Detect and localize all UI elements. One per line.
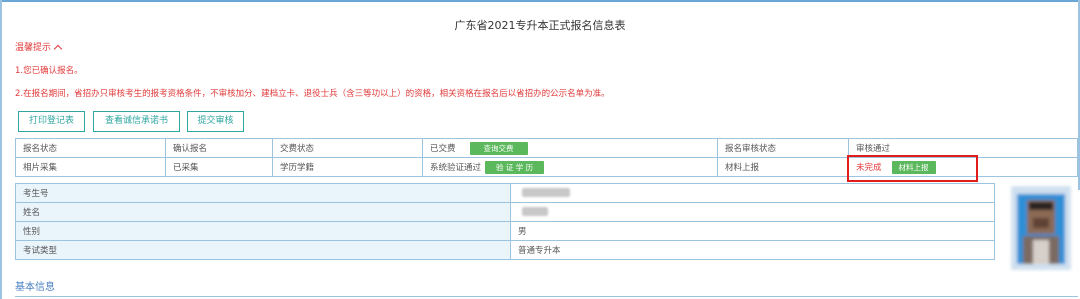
query-payment-button[interactable]: 查询交费 xyxy=(469,141,528,155)
photo-label: 相片采集 xyxy=(15,157,166,177)
chevron-up-icon xyxy=(53,44,63,54)
candidate-photo xyxy=(1003,180,1078,272)
info-table: 考生号 姓名 性别 男 考试类型 普通专升本 xyxy=(15,183,995,260)
education-cell: 系统验证通过验 证 学 历 xyxy=(422,157,718,177)
payment-label: 交费状态 xyxy=(272,138,423,158)
table-row: 考试类型 普通专升本 xyxy=(15,240,995,260)
print-registration-button[interactable]: 打印登记表 xyxy=(18,111,85,132)
exam-type-label: 考试类型 xyxy=(15,240,511,260)
table-row: 考生号 xyxy=(15,183,995,203)
status-value: 确认报名 xyxy=(165,138,273,158)
candidate-number-value xyxy=(510,183,995,203)
payment-cell: 已交费 查询交费 xyxy=(422,138,718,158)
section-divider xyxy=(15,296,1078,297)
exam-type-value: 普通专升本 xyxy=(510,240,995,260)
status-label: 报名状态 xyxy=(15,138,166,158)
page-title: 广东省2021专升本正式报名信息表 xyxy=(454,19,626,32)
redacted-text xyxy=(522,188,570,197)
redacted-text xyxy=(522,207,548,216)
verify-education-button[interactable]: 验 证 学 历 xyxy=(485,160,545,174)
top-border xyxy=(0,0,1080,2)
education-label: 学历学籍 xyxy=(272,157,423,177)
section-title-basic-info[interactable]: 基本信息 xyxy=(15,278,55,293)
education-value: 系统验证通过 xyxy=(430,162,482,173)
view-integrity-pledge-button[interactable]: 查看诚信承诺书 xyxy=(93,111,180,132)
highlight-box xyxy=(847,155,978,182)
table-row: 姓名 xyxy=(15,202,995,222)
left-border xyxy=(0,0,2,299)
notice-line-2: 2.在报名期间，省招办只审核考生的报考资格条件，不审核加分、建档立卡、退役士兵（… xyxy=(15,89,610,99)
name-value xyxy=(510,202,995,222)
notice-toggle[interactable]: 温馨提示 xyxy=(15,40,63,54)
table-row: 性别 男 xyxy=(15,221,995,241)
gender-value: 男 xyxy=(510,221,995,241)
review-status-label: 报名审核状态 xyxy=(717,138,849,158)
gender-label: 性别 xyxy=(15,221,511,241)
name-label: 姓名 xyxy=(15,202,511,222)
candidate-number-label: 考生号 xyxy=(15,183,511,203)
materials-label: 材料上报 xyxy=(717,157,849,177)
payment-value: 已交费 xyxy=(430,143,456,154)
submit-review-button[interactable]: 提交审核 xyxy=(187,111,244,132)
notice-toggle-label: 温馨提示 xyxy=(15,43,52,53)
photo-value: 已采集 xyxy=(165,157,273,177)
notice-line-1: 1.您已确认报名。 xyxy=(15,66,83,76)
